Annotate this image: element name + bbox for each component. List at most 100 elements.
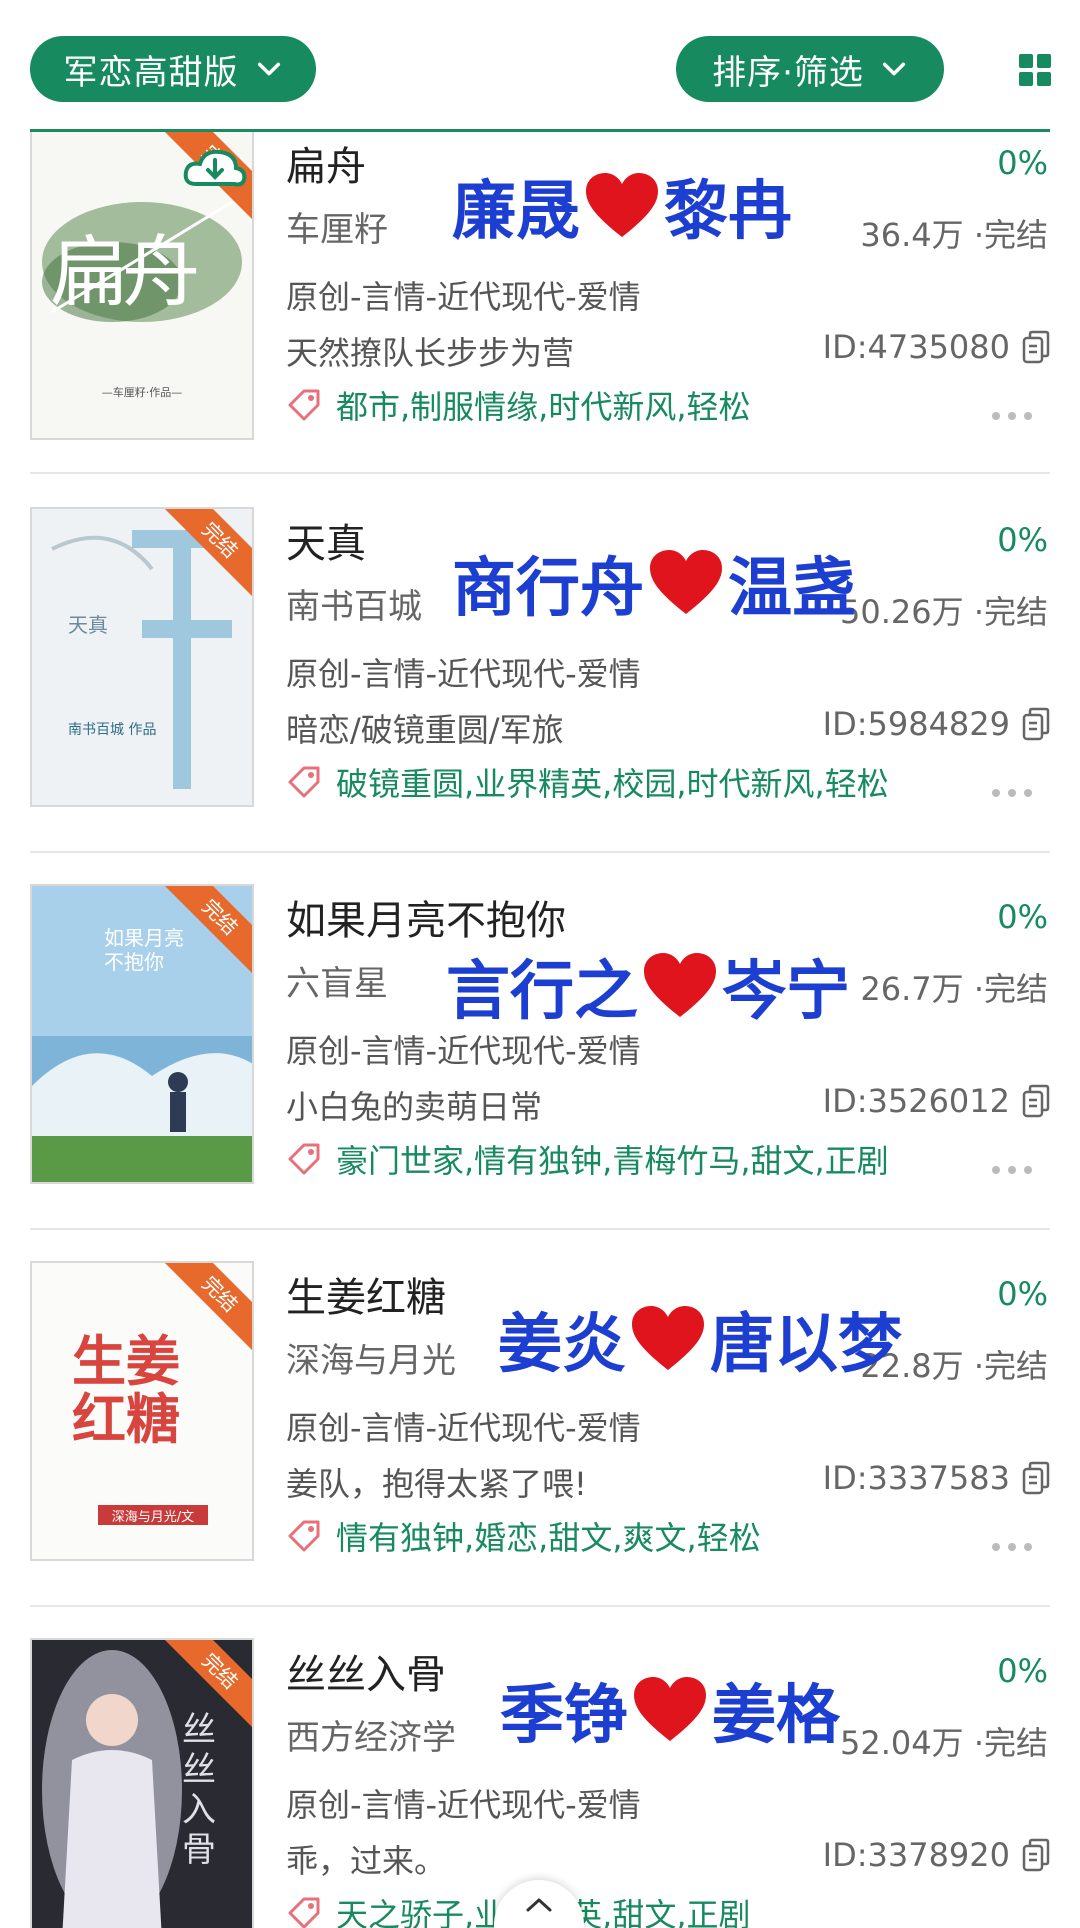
overlay-left-name: 季铮 bbox=[500, 1679, 628, 1753]
book-stats: 26.7万 ·完结 bbox=[860, 970, 1048, 1008]
book-item[interactable]: 生姜红糖 深海与月光/文 完结 生姜红糖 深海与月光 原创-言情-近代现代-爱情… bbox=[0, 1261, 1080, 1638]
grid-view-icon[interactable] bbox=[1019, 54, 1051, 86]
book-intro: 小白兔的卖萌日常 bbox=[286, 1088, 543, 1126]
book-stats: 36.4万 ·完结 bbox=[860, 216, 1048, 254]
cover-title: 生姜红糖 bbox=[72, 1330, 180, 1451]
book-intro: 乖，过来。 bbox=[286, 1842, 447, 1880]
more-icon[interactable] bbox=[992, 412, 1032, 422]
book-id: ID:3378920 bbox=[822, 1836, 1010, 1874]
more-icon[interactable] bbox=[992, 1543, 1032, 1553]
book-cover[interactable]: 如果月亮不抱你 完结 bbox=[30, 884, 254, 1184]
more-icon[interactable] bbox=[992, 1166, 1032, 1176]
top-bar: 军恋高甜版 排序·筛选 bbox=[0, 0, 1080, 132]
couple-overlay: 商行舟 温盏 bbox=[452, 537, 856, 629]
book-id: ID:3526012 bbox=[822, 1082, 1010, 1120]
book-id-row: ID:3378920 bbox=[823, 1836, 1050, 1874]
book-cover[interactable]: 生姜红糖 深海与月光/文 完结 bbox=[30, 1261, 254, 1561]
heart-icon bbox=[586, 173, 658, 237]
couple-overlay: 廉晟 黎冉 bbox=[452, 160, 792, 252]
book-author[interactable]: 六盲星 bbox=[286, 956, 388, 1005]
overlay-left-name: 姜炎 bbox=[498, 1308, 626, 1382]
tag-icon bbox=[288, 1520, 320, 1552]
book-cover[interactable]: 丝丝入骨 完结 bbox=[30, 1638, 254, 1928]
book-title[interactable]: 生姜红糖 bbox=[286, 1265, 446, 1323]
book-category: 原创-言情-近代现代-爱情 bbox=[286, 278, 641, 316]
book-intro: 姜队，抱得太紧了喂! bbox=[286, 1465, 587, 1503]
heart-icon bbox=[632, 1306, 704, 1370]
cover-title: 如果月亮不抱你 bbox=[104, 926, 184, 974]
cover-title: 天真 bbox=[68, 613, 108, 637]
book-list: 扁舟 —车厘籽·作品— 完结 扁舟 车厘籽 原创-言情-近代现代-爱情 天然撩队… bbox=[0, 132, 1080, 1928]
tag-icon bbox=[288, 1143, 320, 1175]
book-stats: 52.04万 ·完结 bbox=[840, 1724, 1048, 1762]
book-item[interactable]: 扁舟 —车厘籽·作品— 完结 扁舟 车厘籽 原创-言情-近代现代-爱情 天然撩队… bbox=[0, 132, 1080, 507]
book-author[interactable]: 南书百城 bbox=[286, 579, 422, 628]
book-tags-text: 破镜重圆,业界精英,校园,时代新风,轻松 bbox=[336, 765, 889, 803]
book-item[interactable]: 天真 南书百城 作品 完结 天真 南书百城 原创-言情-近代现代-爱情 暗恋/破… bbox=[0, 507, 1080, 884]
overlay-right-name: 岑宁 bbox=[722, 955, 850, 1029]
copy-icon[interactable] bbox=[1022, 707, 1050, 741]
book-author[interactable]: 车厘籽 bbox=[286, 202, 388, 251]
divider bbox=[30, 472, 1050, 474]
book-author[interactable]: 深海与月光 bbox=[286, 1333, 456, 1382]
book-tags-text: 情有独钟,婚恋,甜文,爽文,轻松 bbox=[336, 1519, 761, 1557]
book-category: 原创-言情-近代现代-爱情 bbox=[286, 1032, 641, 1070]
cover-title: 丝丝入骨 bbox=[182, 1710, 216, 1870]
divider bbox=[30, 1228, 1050, 1230]
overlay-right-name: 温盏 bbox=[728, 552, 856, 626]
read-progress: 0% bbox=[997, 521, 1048, 559]
copy-icon[interactable] bbox=[1022, 1461, 1050, 1495]
heart-icon bbox=[634, 1677, 706, 1741]
copy-icon[interactable] bbox=[1022, 1084, 1050, 1118]
chevron-down-icon bbox=[257, 62, 280, 76]
book-id-row: ID:4735080 bbox=[823, 328, 1050, 366]
book-title[interactable]: 如果月亮不抱你 bbox=[286, 888, 566, 946]
couple-overlay: 言行之 岑宁 bbox=[446, 940, 850, 1032]
book-cover[interactable]: 扁舟 —车厘籽·作品— 完结 bbox=[30, 132, 254, 440]
cover-caption: —车厘籽·作品— bbox=[101, 386, 183, 399]
sort-filter-button[interactable]: 排序·筛选 bbox=[676, 36, 944, 102]
book-category: 原创-言情-近代现代-爱情 bbox=[286, 1786, 641, 1824]
book-category: 原创-言情-近代现代-爱情 bbox=[286, 1409, 641, 1447]
cover-title: 扁舟 bbox=[50, 228, 200, 318]
divider bbox=[30, 1605, 1050, 1607]
tag-icon bbox=[288, 766, 320, 798]
book-tags: 破镜重圆,业界精英,校园,时代新风,轻松 bbox=[286, 759, 889, 805]
couple-overlay: 季铮 姜格 bbox=[500, 1664, 840, 1756]
tag-icon bbox=[288, 389, 320, 421]
heart-icon bbox=[644, 953, 716, 1017]
overlay-right-name: 姜格 bbox=[712, 1679, 840, 1753]
overlay-left-name: 言行之 bbox=[446, 955, 638, 1029]
read-progress: 0% bbox=[997, 1652, 1048, 1690]
download-cloud-icon[interactable] bbox=[182, 146, 248, 192]
overlay-right-name: 唐以梦 bbox=[710, 1308, 902, 1382]
book-title[interactable]: 丝丝入骨 bbox=[286, 1642, 446, 1700]
cover-caption: 南书百城 作品 bbox=[68, 722, 157, 738]
couple-overlay: 姜炎 唐以梦 bbox=[498, 1293, 902, 1385]
more-icon[interactable] bbox=[992, 789, 1032, 799]
book-stats: 50.26万 ·完结 bbox=[840, 593, 1048, 631]
book-id-row: ID:3337583 bbox=[823, 1459, 1050, 1497]
copy-icon[interactable] bbox=[1022, 330, 1050, 364]
divider bbox=[30, 851, 1050, 853]
overlay-left-name: 商行舟 bbox=[452, 552, 644, 626]
category-filter-button[interactable]: 军恋高甜版 bbox=[30, 36, 316, 102]
cover-caption: 深海与月光/文 bbox=[111, 1510, 195, 1525]
book-author[interactable]: 西方经济学 bbox=[286, 1710, 456, 1759]
book-title[interactable]: 扁舟 bbox=[286, 134, 366, 192]
read-progress: 0% bbox=[997, 898, 1048, 936]
book-title[interactable]: 天真 bbox=[286, 511, 366, 569]
overlay-left-name: 廉晟 bbox=[452, 175, 580, 249]
read-progress: 0% bbox=[997, 144, 1048, 182]
chevron-down-icon bbox=[882, 62, 905, 76]
book-intro: 天然撩队长步步为营 bbox=[286, 334, 575, 372]
book-cover[interactable]: 天真 南书百城 作品 完结 bbox=[30, 507, 254, 807]
book-id-row: ID:5984829 bbox=[823, 705, 1050, 743]
book-tags: 情有独钟,婚恋,甜文,爽文,轻松 bbox=[286, 1513, 761, 1559]
read-progress: 0% bbox=[997, 1275, 1048, 1313]
book-id: ID:3337583 bbox=[822, 1459, 1010, 1497]
book-category: 原创-言情-近代现代-爱情 bbox=[286, 655, 641, 693]
book-item[interactable]: 如果月亮不抱你 完结 如果月亮不抱你 六盲星 原创-言情-近代现代-爱情 小白兔… bbox=[0, 884, 1080, 1261]
book-tags-text: 都市,制服情缘,时代新风,轻松 bbox=[336, 388, 751, 426]
copy-icon[interactable] bbox=[1022, 1838, 1050, 1872]
